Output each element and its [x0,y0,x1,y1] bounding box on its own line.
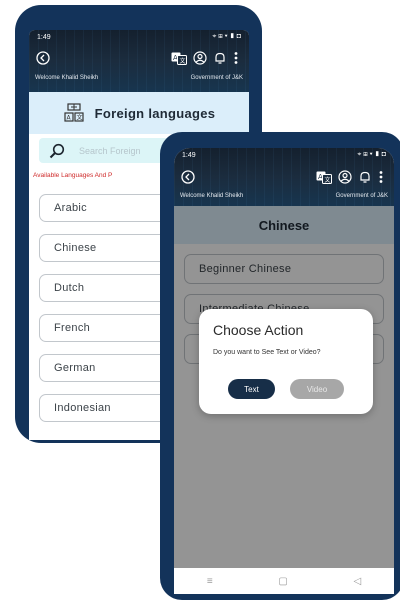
video-button[interactable]: Video [290,379,344,399]
language-icon: A文 [63,102,85,124]
language-label: Chinese [54,242,97,254]
dialog-message: Do you want to See Text or Video? [213,349,321,356]
profile-icon[interactable] [338,170,352,184]
translate-icon[interactable]: A文 [316,171,332,184]
notification-icon[interactable] [358,170,372,184]
government-text: Government of J&K [335,193,388,199]
app-header-2: 1:49 ⌖ ⊞ ▾ ▮ ◘ A文 Welcome Khalid Sheikh … [174,148,394,206]
svg-text:文: 文 [76,114,82,122]
choose-action-dialog: Choose Action Do you want to See Text or… [199,309,373,414]
back-button[interactable]: ◁ [353,576,361,587]
phone-screen-2: 1:49 ⌖ ⊞ ▾ ▮ ◘ A文 Welcome Khalid Sheikh … [174,148,394,594]
phone-frame-2: 1:49 ⌖ ⊞ ▾ ▮ ◘ A文 Welcome Khalid Sheikh … [160,132,400,600]
section-header: A文 Foreign languages [29,92,249,134]
government-text: Government of J&K [190,75,243,81]
status-bar: 1:49 ⌖ ⊞ ▾ ▮ ◘ [174,148,394,162]
system-nav-bar: ≡ ▢ ◁ [174,568,394,594]
language-label: Indonesian [54,402,111,414]
page-title: Foreign languages [94,105,216,121]
text-button[interactable]: Text [228,379,275,399]
back-icon[interactable] [36,51,50,65]
status-time: 1:49 [37,33,51,41]
status-bar: 1:49 ⌖ ⊞ ▾ ▮ ◘ [29,30,249,44]
status-icons: ⌖ ⊞ ▾ ▮ ◘ [212,33,241,40]
status-icons: ⌖ ⊞ ▾ ▮ ◘ [357,151,386,158]
search-input[interactable]: Search Foreign [79,146,141,156]
more-icon[interactable] [232,51,240,65]
welcome-text: Welcome Khalid Sheikh [35,75,99,81]
translate-icon[interactable]: A文 [171,52,187,65]
svg-text:文: 文 [180,57,186,65]
status-time: 1:49 [182,151,196,159]
welcome-text: Welcome Khalid Sheikh [180,193,244,199]
notification-icon[interactable] [213,51,227,65]
back-icon[interactable] [181,170,195,184]
svg-text:文: 文 [325,176,331,184]
language-label: French [54,322,91,334]
language-label: German [54,362,96,374]
dialog-title: Choose Action [213,322,304,338]
search-icon [49,143,65,159]
language-label: Arabic [54,202,87,214]
recent-apps-button[interactable]: ≡ [207,576,213,587]
available-languages-label: Available Languages And P [33,172,113,179]
home-button[interactable]: ▢ [278,576,287,587]
language-label: Dutch [54,282,85,294]
app-header-1: 1:49 ⌖ ⊞ ▾ ▮ ◘ A文 Welcome Khalid Sheikh … [29,30,249,92]
more-icon[interactable] [377,170,385,184]
profile-icon[interactable] [193,51,207,65]
